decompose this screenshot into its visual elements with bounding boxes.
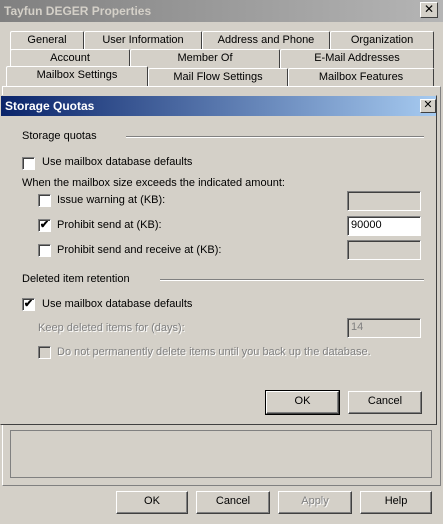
window-title: Tayfun DEGER Properties [0,0,443,22]
storage-quotas-group-label: Storage quotas [22,130,97,142]
tab-address-and-phone[interactable]: Address and Phone [202,31,330,50]
tab-mail-flow-settings[interactable]: Mail Flow Settings [148,68,288,87]
retention-use-defaults-checkbox[interactable]: ✔ [22,298,35,311]
tab-organization[interactable]: Organization [330,31,434,50]
prohibit-send-label: Prohibit send at (KB): [57,219,162,231]
prohibit-send-receive-checkbox[interactable] [38,244,51,257]
issue-warning-checkbox[interactable] [38,194,51,207]
tab-member-of[interactable]: Member Of [130,49,280,68]
exceeds-label: When the mailbox size exceeds the indica… [22,177,285,189]
panel-inner-frame [10,430,432,478]
tab-general[interactable]: General [10,31,84,50]
do-not-delete-label: Do not permanently delete items until yo… [57,346,371,358]
issue-warning-label: Issue warning at (KB): [57,194,166,206]
help-button[interactable]: Help [360,491,432,514]
window-close-icon[interactable]: ✕ [420,2,438,18]
cancel-button[interactable]: Cancel [196,491,270,514]
tab-mailbox-settings[interactable]: Mailbox Settings [6,66,148,87]
tab-mailbox-features[interactable]: Mailbox Features [288,68,434,87]
dialog-ok-button[interactable]: OK [265,390,340,415]
prohibit-send-receive-field[interactable] [347,240,421,260]
dialog-close-icon[interactable]: ✕ [420,99,436,113]
apply-button[interactable]: Apply [278,491,352,514]
dialog-cancel-button[interactable]: Cancel [348,391,422,414]
use-defaults-checkbox[interactable] [22,157,35,170]
prohibit-send-checkbox[interactable]: ✔ [38,219,51,232]
storage-quotas-dialog [0,95,437,425]
issue-warning-field[interactable] [347,191,421,211]
group-divider [160,279,424,281]
prohibit-send-receive-label: Prohibit send and receive at (KB): [57,244,222,256]
keep-deleted-label: Keep deleted items for (days): [38,322,185,334]
keep-deleted-field[interactable]: 14 [347,318,421,338]
do-not-delete-checkbox[interactable] [38,346,51,359]
group-divider [126,136,424,138]
prohibit-send-field[interactable]: 90000 [347,216,421,236]
retention-use-defaults-label: Use mailbox database defaults [42,298,193,310]
deleted-item-retention-group-label: Deleted item retention [22,273,130,285]
tab-user-information[interactable]: User Information [84,31,202,50]
use-defaults-label: Use mailbox database defaults [42,156,193,168]
dialog-title: Storage Quotas [1,96,436,116]
tab-email-addresses[interactable]: E-Mail Addresses [280,49,434,68]
ok-button[interactable]: OK [116,491,188,514]
